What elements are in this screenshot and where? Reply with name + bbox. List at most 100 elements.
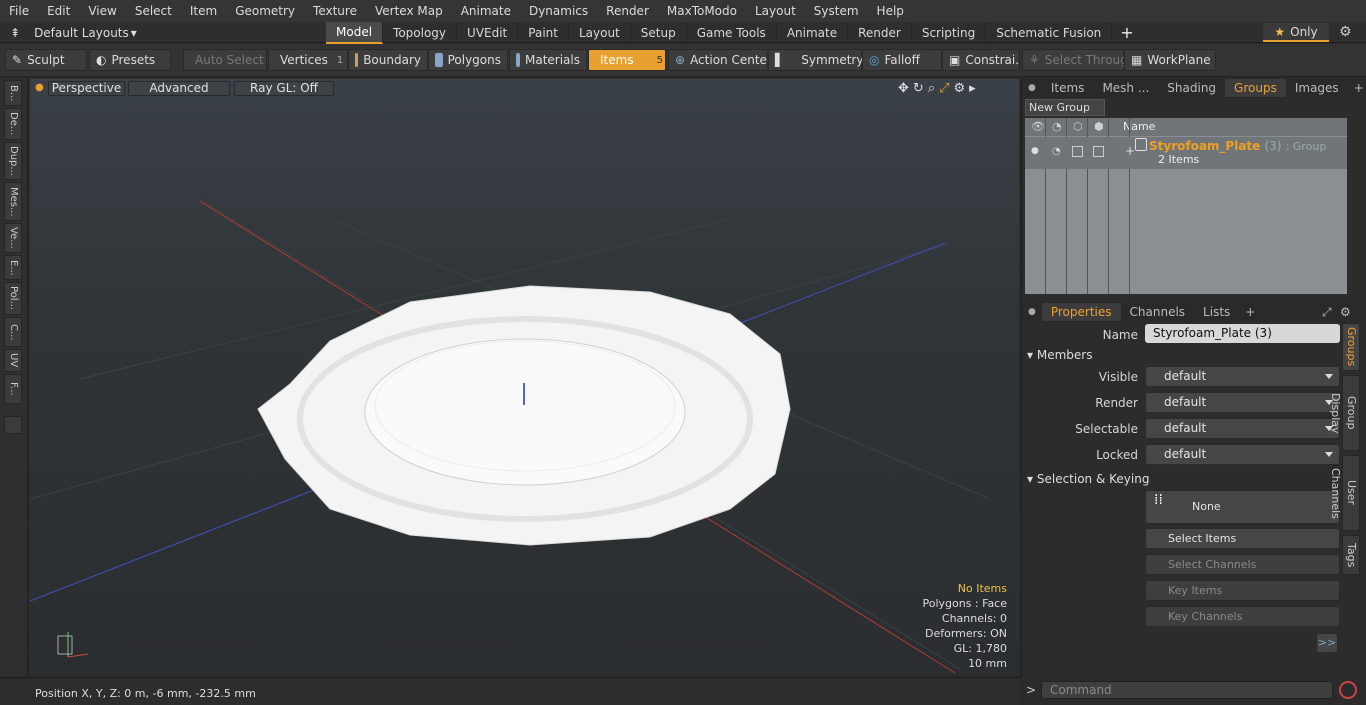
left-tab-1[interactable]: De...: [4, 108, 22, 140]
add-props-tab-icon[interactable]: +: [1239, 305, 1261, 319]
sculpt-button[interactable]: ✎ Sculpt: [5, 49, 87, 71]
menu-item-system[interactable]: System: [805, 0, 868, 22]
items-button[interactable]: Items 5: [588, 49, 666, 71]
menu-item-geometry[interactable]: Geometry: [226, 0, 304, 22]
menu-item-vertex-map[interactable]: Vertex Map: [366, 0, 452, 22]
left-tab-8[interactable]: UV: [4, 349, 22, 372]
command-input[interactable]: Command: [1041, 681, 1333, 699]
none-button[interactable]: ⁞⁞ None: [1145, 490, 1340, 524]
3d-viewport[interactable]: ● Perspective Advanced Ray GL: Off ✥ ↻ ⌕…: [30, 79, 1019, 675]
expand-icon[interactable]: +: [1125, 144, 1135, 158]
menu-item-item[interactable]: Item: [181, 0, 226, 22]
visible-toggle-icon[interactable]: ●: [1031, 146, 1039, 156]
left-tab-3[interactable]: Mes...: [4, 182, 22, 221]
locked-dropdown[interactable]: default: [1145, 444, 1340, 465]
left-tab-7[interactable]: C...: [4, 317, 22, 347]
left-tab-0[interactable]: B...: [4, 80, 22, 106]
add-tab-icon[interactable]: +: [1112, 23, 1141, 43]
panel-menu-icon[interactable]: ●: [1022, 83, 1042, 93]
select-checkbox[interactable]: [1093, 146, 1104, 157]
falloff-button[interactable]: ◎ Falloff: [862, 49, 942, 71]
panel-tab-mesh[interactable]: Mesh ...: [1093, 79, 1158, 97]
menu-item-layout[interactable]: Layout: [746, 0, 805, 22]
side-tab-groups[interactable]: Groups: [1342, 323, 1360, 371]
select-items-button[interactable]: Select Items: [1145, 528, 1340, 549]
tab-layout[interactable]: Layout: [569, 22, 631, 43]
render-dropdown[interactable]: default: [1145, 392, 1340, 413]
menu-item-help[interactable]: Help: [868, 0, 913, 22]
tab-topology[interactable]: Topology: [383, 22, 458, 43]
members-section[interactable]: ▾ Members: [1027, 348, 1092, 362]
key-items-button[interactable]: Key Items: [1145, 580, 1340, 601]
left-tab-9[interactable]: F...: [4, 374, 22, 404]
vertices-button[interactable]: Vertices 1: [268, 49, 348, 71]
more-button[interactable]: >>: [1316, 633, 1338, 653]
boundary-button[interactable]: Boundary: [348, 49, 428, 71]
menu-item-select[interactable]: Select: [126, 0, 181, 22]
menu-item-view[interactable]: View: [79, 0, 125, 22]
group-name[interactable]: Styrofoam_Plate (3) : Group: [1149, 139, 1326, 153]
record-icon[interactable]: [1339, 681, 1357, 699]
props-gear-icon[interactable]: ⚙: [1340, 305, 1351, 319]
symmetry-button[interactable]: ▌ Symmetry: [768, 49, 863, 71]
left-tab-5[interactable]: E...: [4, 255, 22, 280]
props-tab-lists[interactable]: Lists: [1194, 303, 1239, 321]
tab-paint[interactable]: Paint: [518, 22, 569, 43]
tab-render[interactable]: Render: [848, 22, 912, 43]
tab-setup[interactable]: Setup: [631, 22, 687, 43]
menu-item-animate[interactable]: Animate: [452, 0, 520, 22]
left-tab-extra[interactable]: [4, 416, 22, 434]
menu-item-file[interactable]: File: [0, 0, 38, 22]
viewport-menu-icon[interactable]: ●: [35, 82, 44, 93]
side-tab-user-channels[interactable]: User Channels: [1329, 455, 1360, 531]
raygl-button[interactable]: Ray GL: Off: [234, 81, 334, 96]
constraints-button[interactable]: ▣ Constrai...: [942, 49, 1027, 71]
action-center-button[interactable]: ⊕ Action Center: [668, 49, 772, 71]
only-toggle[interactable]: ★ Only: [1263, 23, 1329, 42]
left-tab-6[interactable]: Pol...: [4, 282, 22, 315]
side-tab-group-display[interactable]: Group Display: [1329, 375, 1360, 451]
tab-scripting[interactable]: Scripting: [912, 22, 987, 43]
select-channels-button[interactable]: Select Channels: [1145, 554, 1340, 575]
tab-animate[interactable]: Animate: [777, 22, 849, 43]
perspective-button[interactable]: Perspective: [48, 81, 125, 96]
panel-tab-shading[interactable]: Shading: [1158, 79, 1225, 97]
left-tab-2[interactable]: Dup...: [4, 142, 22, 180]
tab-uvedit[interactable]: UVEdit: [457, 22, 519, 43]
expand-arrow-icon[interactable]: ▸: [969, 81, 976, 96]
render-toggle-icon[interactable]: ◔: [1052, 146, 1061, 157]
selectable-dropdown[interactable]: default: [1145, 418, 1340, 439]
key-channels-button[interactable]: Key Channels: [1145, 606, 1340, 627]
menu-item-texture[interactable]: Texture: [304, 0, 366, 22]
pan-icon[interactable]: ✥: [898, 81, 909, 96]
side-tab-tags[interactable]: Tags: [1342, 535, 1360, 575]
zoom-icon[interactable]: ⌕: [928, 81, 935, 96]
auto-select-button[interactable]: Auto Select: [183, 49, 267, 71]
add-tab-icon[interactable]: +: [1348, 81, 1366, 95]
props-tab-channels[interactable]: Channels: [1121, 303, 1195, 321]
presets-button[interactable]: ◐ Presets: [89, 49, 171, 71]
left-tab-4[interactable]: Ve...: [4, 223, 22, 253]
layouts-dropdown[interactable]: ⇞ Default Layouts ▾: [0, 22, 140, 43]
props-tab-properties[interactable]: Properties: [1041, 303, 1121, 321]
viewport-gear-icon[interactable]: ⚙: [954, 81, 966, 96]
select-through-button[interactable]: ⚘ Select Through: [1022, 49, 1135, 71]
tab-model[interactable]: Model: [326, 21, 384, 44]
menu-item-dynamics[interactable]: Dynamics: [520, 0, 597, 22]
panel-tab-images[interactable]: Images: [1286, 79, 1348, 97]
advanced-button[interactable]: Advanced: [128, 81, 230, 96]
menu-item-maxtomodo[interactable]: MaxToModo: [658, 0, 746, 22]
name-field[interactable]: Styrofoam_Plate (3): [1145, 324, 1340, 343]
menu-item-render[interactable]: Render: [597, 0, 658, 22]
fit-icon[interactable]: ⤢: [939, 81, 949, 96]
selection-keying-section[interactable]: ▾ Selection & Keying: [1027, 472, 1149, 486]
menu-item-edit[interactable]: Edit: [38, 0, 79, 22]
materials-button[interactable]: Materials: [509, 49, 587, 71]
expand-props-icon[interactable]: ⤢: [1322, 305, 1332, 320]
panel-tab-items[interactable]: Items: [1042, 79, 1094, 97]
lock-checkbox[interactable]: [1072, 146, 1083, 157]
new-group-button[interactable]: New Group: [1025, 99, 1105, 116]
panel-tab-groups[interactable]: Groups: [1225, 79, 1286, 97]
visible-dropdown[interactable]: default: [1145, 366, 1340, 387]
props-menu-icon[interactable]: ●: [1022, 307, 1042, 317]
